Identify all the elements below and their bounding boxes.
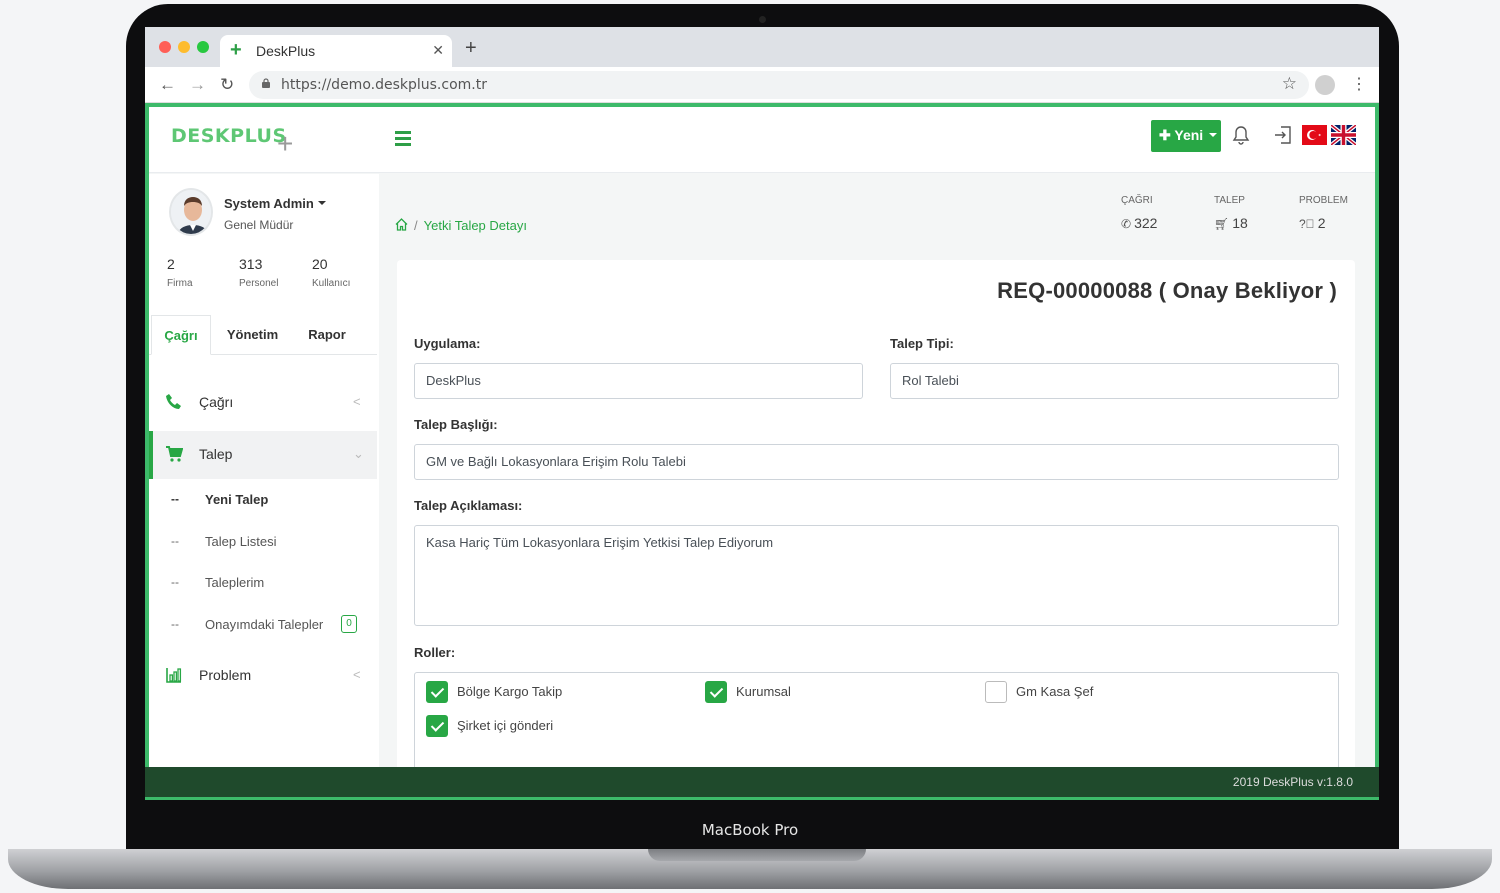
- sidebar-subitem-yeni-talep[interactable]: -- Yeni Talep: [149, 486, 377, 516]
- description-textarea[interactable]: Kasa Hariç Tüm Lokasyonlara Erişim Yetki…: [414, 525, 1339, 626]
- counter-talep[interactable]: TALEP 🛒︎ 18: [1214, 195, 1248, 231]
- roles-label: Roller:: [414, 645, 456, 660]
- sidebar-subitem-onayimdaki-talepler[interactable]: -- Onayımdaki Talepler 0: [149, 611, 377, 641]
- sidebar-item-talep[interactable]: Talep ⌄: [149, 431, 377, 479]
- count-badge: 0: [341, 615, 357, 633]
- laptop-notch: [648, 849, 866, 861]
- cart-icon: 🛒︎: [1214, 217, 1230, 231]
- bookmark-star-icon[interactable]: ☆: [1282, 74, 1297, 94]
- chevron-down-icon: ⌄: [353, 446, 364, 461]
- app-frame: DESKPLUS + ✚ Yeni System Admin Genel Müd…: [145, 103, 1379, 800]
- sidebar-tabs: Çağrı Yönetim Rapor: [149, 315, 377, 355]
- tab-rapor[interactable]: Rapor: [292, 315, 362, 355]
- checkbox-unchecked-icon[interactable]: [985, 681, 1007, 703]
- footer: 2019 DeskPlus v:1.8.0: [145, 767, 1379, 800]
- address-bar: ← → ↻ https://demo.deskplus.com.tr ☆ ⋮: [145, 67, 1379, 103]
- profile-icon[interactable]: [1315, 75, 1335, 95]
- user-name[interactable]: System Admin: [224, 196, 326, 211]
- back-icon[interactable]: ←: [159, 75, 176, 95]
- tab-title: DeskPlus: [256, 43, 316, 59]
- sidebar-item-problem[interactable]: Problem <: [149, 652, 377, 700]
- top-navbar: DESKPLUS + ✚ Yeni: [149, 107, 1375, 173]
- forward-icon[interactable]: →: [189, 75, 206, 95]
- request-title: REQ-00000088 ( Onay Bekliyor ): [997, 278, 1337, 303]
- turkish-flag-icon[interactable]: [1302, 125, 1327, 145]
- sidebar-subitem-taleplerim[interactable]: -- Taleplerim: [149, 569, 377, 599]
- chevron-left-icon: <: [353, 667, 361, 682]
- counter-problem[interactable]: PROBLEM ?⃝ 2: [1299, 195, 1348, 231]
- uk-flag-icon[interactable]: [1329, 123, 1358, 147]
- camera-icon: [759, 16, 766, 23]
- question-circle-icon: ?⃝: [1299, 217, 1315, 231]
- stat-personel: 313 Personel: [239, 256, 279, 289]
- breadcrumb-current: Yetki Talep Detayı: [423, 218, 527, 233]
- phone-icon: ✆: [1121, 217, 1132, 231]
- stat-kullanici: 20 Kullanıcı: [312, 256, 351, 289]
- sidebar: System Admin Genel Müdür 2 Firma 313 Perso…: [149, 174, 379, 800]
- favicon-plus-icon: +: [230, 39, 242, 61]
- sidebar-subitem-talep-listesi[interactable]: -- Talep Listesi: [149, 528, 377, 558]
- role-checkbox-bolge-kargo-takip[interactable]: Bölge Kargo Takip: [426, 681, 676, 705]
- request-type-field[interactable]: Rol Talebi: [890, 363, 1339, 399]
- bar-chart-icon: [166, 668, 182, 683]
- new-button-label: Yeni: [1174, 127, 1204, 143]
- hamburger-menu-icon[interactable]: [395, 131, 411, 146]
- close-tab-icon[interactable]: ✕: [432, 42, 444, 59]
- role-checkbox-gm-kasa-sef[interactable]: Gm Kasa Şef: [985, 681, 1235, 705]
- cart-icon: [166, 446, 183, 462]
- role-checkbox-kurumsal[interactable]: Kurumsal: [705, 681, 955, 705]
- checkbox-checked-icon[interactable]: [426, 715, 448, 737]
- tab-cagri[interactable]: Çağrı: [151, 315, 211, 355]
- bell-icon[interactable]: [1232, 125, 1250, 145]
- user-role: Genel Müdür: [224, 218, 294, 232]
- subject-label: Talep Başlığı:: [414, 417, 498, 432]
- close-window-button[interactable]: [159, 41, 171, 53]
- footer-version: 2019 DeskPlus v:1.8.0: [1232, 775, 1353, 789]
- request-detail-card: REQ-00000088 ( Onay Bekliyor ) Uygulama:…: [397, 260, 1355, 800]
- application-field[interactable]: DeskPlus: [414, 363, 863, 399]
- maximize-window-button[interactable]: [197, 41, 209, 53]
- counter-cagri[interactable]: ÇAĞRI ✆ 322: [1121, 195, 1157, 231]
- stat-firma: 2 Firma: [167, 256, 193, 289]
- roles-box: Bölge Kargo Takip Kurumsal Gm Kasa Şef Ş…: [414, 672, 1339, 772]
- avatar[interactable]: [169, 188, 213, 236]
- screen: + DeskPlus ✕ + ← → ↻ https://demo.deskpl…: [145, 27, 1379, 800]
- logout-icon[interactable]: [1274, 125, 1292, 145]
- phone-icon: [166, 394, 181, 409]
- checkbox-checked-icon[interactable]: [705, 681, 727, 703]
- checkbox-checked-icon[interactable]: [426, 681, 448, 703]
- request-type-label: Talep Tipi:: [890, 336, 954, 351]
- tab-yonetim[interactable]: Yönetim: [215, 315, 290, 355]
- omnibox[interactable]: https://demo.deskplus.com.tr ☆: [249, 71, 1309, 99]
- description-label: Talep Açıklaması:: [414, 498, 523, 513]
- subject-field[interactable]: GM ve Bağlı Lokasyonlara Erişim Rolu Tal…: [414, 444, 1339, 480]
- minimize-window-button[interactable]: [178, 41, 190, 53]
- deskplus-logo[interactable]: DESKPLUS +: [171, 123, 301, 159]
- application-label: Uygulama:: [414, 336, 481, 351]
- role-checkbox-sirket-ici-gonderi[interactable]: Şirket içi gönderi: [426, 715, 676, 739]
- reload-icon[interactable]: ↻: [220, 75, 234, 95]
- browser-tab-bar: + DeskPlus ✕ +: [145, 27, 1379, 67]
- macbook-label: MacBook Pro: [701, 821, 799, 839]
- breadcrumb: / Yetki Talep Detayı: [395, 218, 527, 233]
- menu-dots-icon[interactable]: ⋮: [1351, 75, 1367, 95]
- new-tab-icon[interactable]: +: [465, 37, 477, 60]
- sidebar-item-cagri[interactable]: Çağrı <: [149, 379, 377, 427]
- browser-tab[interactable]: + DeskPlus ✕: [220, 35, 452, 67]
- lock-icon: [262, 78, 270, 88]
- new-button[interactable]: ✚ Yeni: [1151, 120, 1221, 152]
- chevron-left-icon: <: [353, 394, 361, 409]
- url-text: https://demo.deskplus.com.tr: [281, 77, 487, 93]
- home-icon[interactable]: [395, 218, 408, 231]
